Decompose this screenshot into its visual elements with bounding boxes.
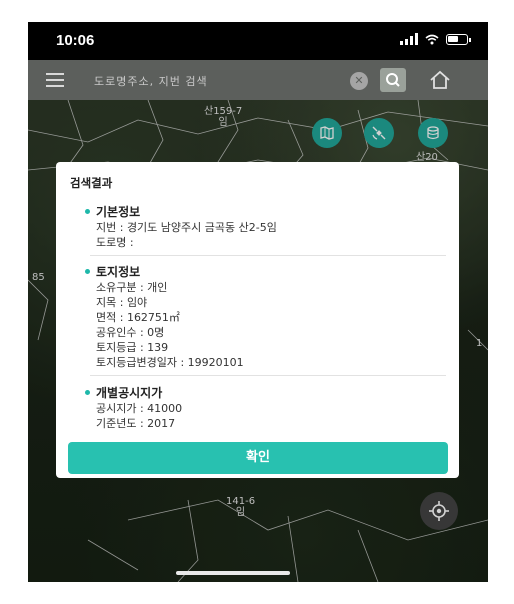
co-owners-row: 공유인수 : 0명 <box>96 326 165 339</box>
search-bar: ✕ <box>28 60 488 100</box>
clear-search-button[interactable]: ✕ <box>350 72 368 90</box>
ownership-row: 소유구분 : 개인 <box>96 281 168 294</box>
basic-info-heading: 기본정보 <box>96 205 141 219</box>
land-price-section: 개별공시지가 공시지가 : 41000 기준년도 : 2017 <box>85 385 446 431</box>
home-button[interactable] <box>426 68 454 92</box>
area-row: 면적 : 162751㎡ <box>96 311 180 324</box>
status-icons <box>400 33 471 45</box>
dialog-title: 검색결과 <box>70 176 113 190</box>
search-icon <box>386 73 400 87</box>
divider <box>90 375 446 376</box>
menu-icon[interactable] <box>46 73 64 87</box>
search-input[interactable] <box>92 68 346 94</box>
official-price-row: 공시지가 : 41000 <box>96 402 183 415</box>
status-bar: 10:06 <box>28 22 488 60</box>
status-time: 10:06 <box>56 32 95 49</box>
search-button[interactable] <box>380 68 406 92</box>
land-category-row: 지목 : 임야 <box>96 296 148 309</box>
basic-info-section: 기본정보 지번 : 경기도 남양주시 금곡동 산2-5임 도로명 : <box>85 204 446 250</box>
land-info-heading: 토지정보 <box>96 265 141 279</box>
road-name-row: 도로명 : <box>96 236 134 249</box>
land-price-heading: 개별공시지가 <box>96 386 163 400</box>
wifi-icon <box>425 34 439 44</box>
jibun-row: 지번 : 경기도 남양주시 금곡동 산2-5임 <box>96 221 277 234</box>
signal-icon <box>400 33 418 45</box>
home-indicator <box>176 571 290 575</box>
battery-icon <box>446 33 471 45</box>
bullet-dot <box>85 269 90 274</box>
grade-change-date-row: 토지등급변경일자 : 19920101 <box>96 356 244 369</box>
home-icon <box>430 70 450 89</box>
divider <box>90 255 446 256</box>
bullet-dot <box>85 390 90 395</box>
land-grade-row: 토지등급 : 139 <box>96 341 169 354</box>
confirm-button[interactable]: 확인 <box>68 442 448 474</box>
land-info-section: 토지정보 소유구분 : 개인 지목 : 임야 면적 : 162751㎡ 공유인수… <box>85 264 446 370</box>
bullet-dot <box>85 209 90 214</box>
base-year-row: 기준년도 : 2017 <box>96 417 176 430</box>
search-result-dialog: 검색결과 기본정보 지번 : 경기도 남양주시 금곡동 산2-5임 도로명 : … <box>56 162 459 478</box>
